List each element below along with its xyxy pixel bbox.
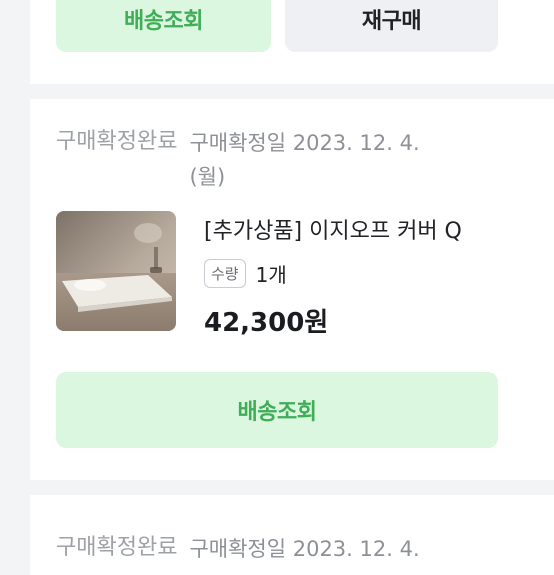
quantity-row: 수량 1개 [204, 259, 287, 288]
next-order-status-row: 구매확정완료 구매확정일 2023. 12. 4. [56, 532, 506, 566]
order-status-row: 구매확정완료 구매확정일 2023. 12. 4. (월) [56, 126, 506, 194]
product-price: 42,300원 [204, 308, 329, 338]
delivery-tracking-button[interactable]: 배송조회 [56, 0, 271, 52]
next-order-card: 구매확정완료 구매확정일 2023. 12. 4. [30, 495, 554, 575]
reorder-button[interactable]: 재구매 [285, 0, 498, 52]
quantity-value: 1개 [255, 263, 287, 287]
quantity-badge: 수량 [204, 259, 246, 288]
product-name[interactable]: [추가상품] 이지오프 커버 Q [204, 213, 462, 245]
delivery-tracking-label-2: 배송조회 [237, 400, 317, 425]
product-thumbnail[interactable] [56, 211, 176, 331]
next-purchase-confirm-date: 구매확정일 2023. 12. 4. [189, 537, 420, 561]
delivery-tracking-label: 배송조회 [124, 9, 203, 34]
delivery-tracking-button-2[interactable]: 배송조회 [56, 372, 498, 448]
reorder-label: 재구매 [361, 9, 422, 34]
next-order-status: 구매확정완료 [56, 535, 178, 560]
order-status: 구매확정완료 [56, 129, 178, 154]
top-order-card: 배송조회 재구매 [30, 0, 554, 84]
purchase-confirm-date: 구매확정일 2023. 12. 4. (월) [189, 131, 420, 189]
order-card: 구매확정완료 구매확정일 2023. 12. 4. (월) [추가상품] 이지오… [30, 99, 554, 480]
product-image [56, 211, 176, 331]
